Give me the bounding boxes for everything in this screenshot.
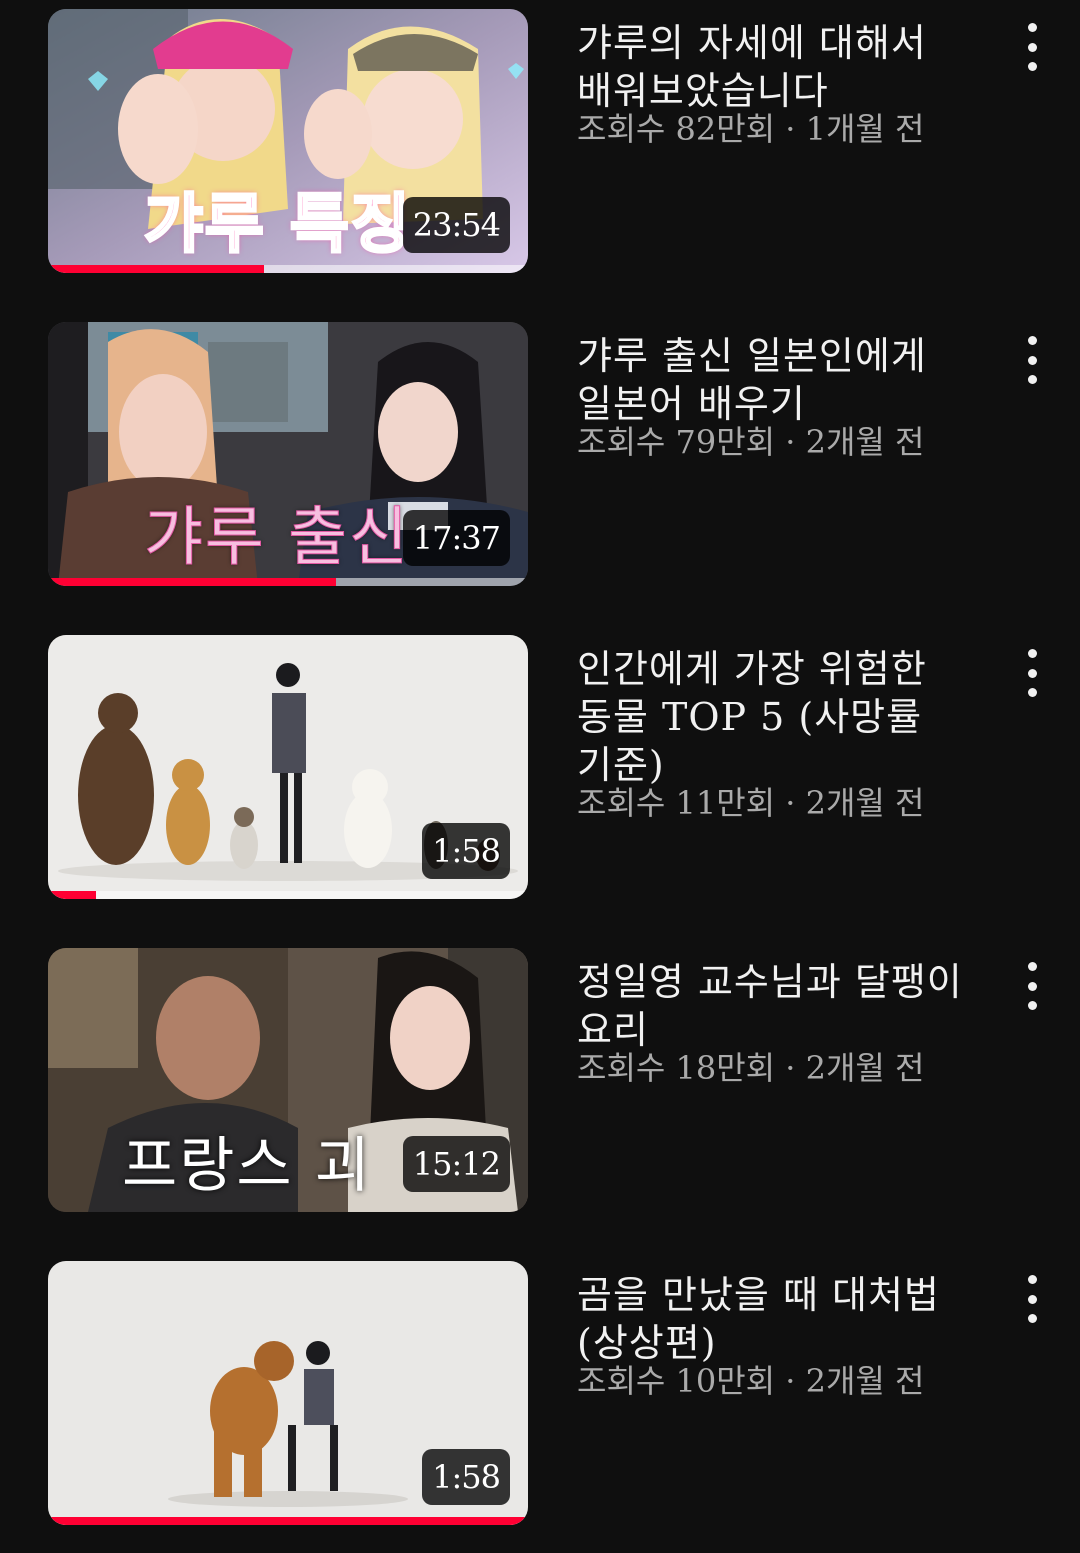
watch-progress-fill <box>48 578 336 586</box>
upload-age: 2개월 전 <box>805 423 925 461</box>
video-title[interactable]: 인간에게 가장 위험한 동물 TOP 5 (사망률 기준) <box>577 645 977 789</box>
watch-progress-bar <box>48 891 528 899</box>
video-title[interactable]: 갸루의 자세에 대해서 배워보았습니다 <box>577 19 977 115</box>
video-metadata: 조회수 10만회 · 2개월 전 <box>577 1359 997 1403</box>
view-count: 조회수 18만회 <box>577 1049 776 1087</box>
watch-progress-fill <box>48 891 96 899</box>
more-vert-icon[interactable] <box>1012 1275 1052 1323</box>
upload-age: 2개월 전 <box>805 1362 925 1400</box>
upload-age: 2개월 전 <box>805 1049 925 1087</box>
video-item[interactable]: 1:58 곰을 만났을 때 대처법 (상상편) 조회수 10만회 · 2개월 전 <box>0 1261 1080 1525</box>
video-list: 갸루 특징 23:54 갸루의 자세에 대해서 배워보았습니다 조회수 82만회… <box>0 0 1080 1553</box>
view-count: 조회수 82만회 <box>577 110 776 148</box>
more-vert-icon[interactable] <box>1012 336 1052 384</box>
video-thumbnail[interactable]: 갸루 특징 23:54 <box>48 9 528 273</box>
video-metadata: 조회수 18만회 · 2개월 전 <box>577 1046 997 1090</box>
upload-age: 1개월 전 <box>805 110 925 148</box>
meta-separator: · <box>785 423 796 461</box>
watch-progress-bar <box>48 578 528 586</box>
view-count: 조회수 11만회 <box>577 784 776 822</box>
video-title[interactable]: 곰을 만났을 때 대처법 (상상편) <box>577 1271 977 1367</box>
view-count: 조회수 10만회 <box>577 1362 776 1400</box>
video-item[interactable]: 갸루 특징 23:54 갸루의 자세에 대해서 배워보았습니다 조회수 82만회… <box>0 9 1080 273</box>
video-thumbnail[interactable]: 1:58 <box>48 635 528 899</box>
duration-badge: 15:12 <box>402 1136 510 1192</box>
thumbnail-caption: 프랑스 괴 <box>122 1131 372 1201</box>
meta-separator: · <box>785 110 796 148</box>
watch-progress-fill <box>48 1517 528 1525</box>
video-title-line: 곰을 만났을 때 대처법 <box>577 1273 940 1317</box>
video-thumbnail[interactable]: 1:58 <box>48 1261 528 1525</box>
duration-badge: 17:37 <box>402 510 510 566</box>
more-vert-icon[interactable] <box>1012 23 1052 71</box>
video-title-line: 갸루의 자세에 대해서 <box>577 21 927 65</box>
upload-age: 2개월 전 <box>805 784 925 822</box>
video-item[interactable]: 프랑스 괴 15:12 정일영 교수님과 달팽이 요리 조회수 18만회 · 2… <box>0 948 1080 1212</box>
video-title-line: 동물 TOP 5 (사망률 <box>577 695 923 739</box>
view-count: 조회수 79만회 <box>577 423 776 461</box>
meta-separator: · <box>785 784 796 822</box>
video-thumbnail[interactable]: 갸루 출신 17:37 <box>48 322 528 586</box>
video-item[interactable]: 갸루 출신 17:37 갸루 출신 일본인에게 일본어 배우기 조회수 79만회… <box>0 322 1080 586</box>
watch-progress-fill <box>48 265 264 273</box>
watch-progress-bar <box>48 1517 528 1525</box>
video-title[interactable]: 정일영 교수님과 달팽이 요리 <box>577 958 977 1054</box>
video-title-line: 갸루 출신 일본인에게 <box>577 334 927 378</box>
watch-progress-bar <box>48 1204 528 1212</box>
duration-badge: 1:58 <box>422 823 510 879</box>
meta-separator: · <box>785 1049 796 1087</box>
duration-badge: 1:58 <box>422 1449 510 1505</box>
meta-separator: · <box>785 1362 796 1400</box>
video-title-line: 인간에게 가장 위험한 <box>577 647 927 691</box>
video-title[interactable]: 갸루 출신 일본인에게 일본어 배우기 <box>577 332 977 428</box>
more-vert-icon[interactable] <box>1012 962 1052 1010</box>
video-item[interactable]: 1:58 인간에게 가장 위험한 동물 TOP 5 (사망률 기준) 조회수 1… <box>0 635 1080 899</box>
duration-badge: 23:54 <box>402 197 510 253</box>
video-thumbnail[interactable]: 프랑스 괴 15:12 <box>48 948 528 1212</box>
thumbnail-caption: 갸루 특징 <box>143 188 412 262</box>
watch-progress-bar <box>48 265 528 273</box>
video-metadata: 조회수 79만회 · 2개월 전 <box>577 420 997 464</box>
thumbnail-caption: 갸루 출신 <box>144 501 410 575</box>
video-title-line: 정일영 교수님과 달팽이 <box>577 960 963 1004</box>
video-metadata: 조회수 11만회 · 2개월 전 <box>577 781 997 825</box>
more-vert-icon[interactable] <box>1012 649 1052 697</box>
video-metadata: 조회수 82만회 · 1개월 전 <box>577 107 997 151</box>
